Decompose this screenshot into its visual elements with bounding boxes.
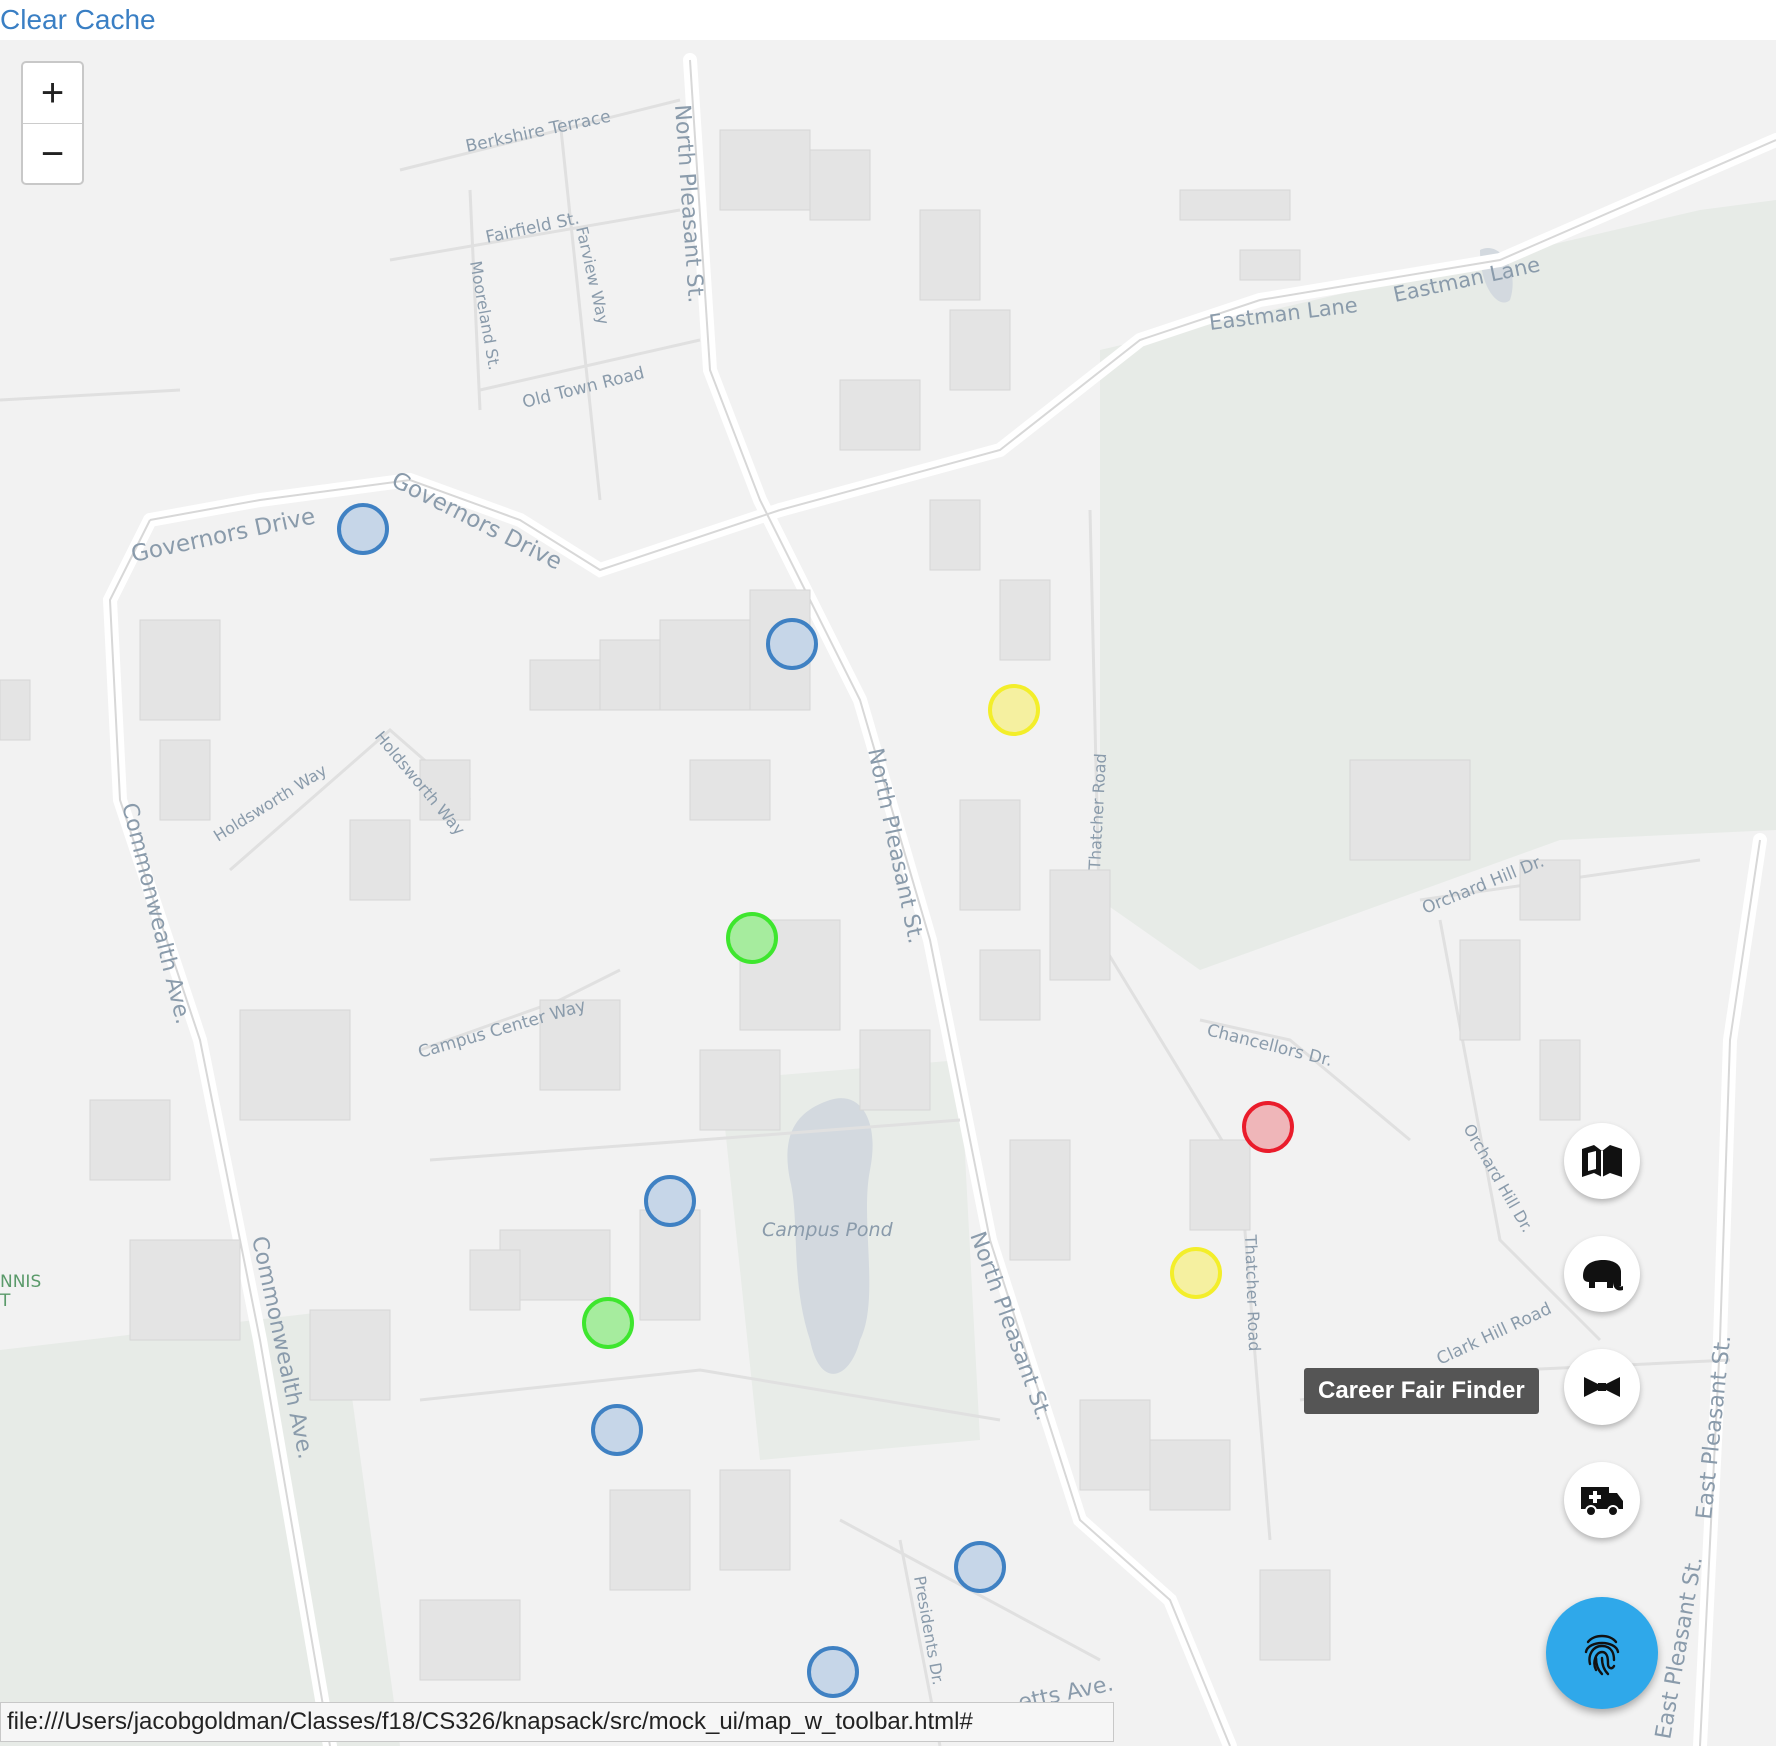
street-label: Fairfield St. [484,209,581,248]
elephant-icon [1583,1260,1623,1291]
street-label: Commonwealth Ave. [116,800,195,1026]
map-book-button[interactable] [1564,1123,1640,1199]
street-label: Berkshire Terrace [464,107,613,157]
street-label: North Pleasant St. [862,746,928,946]
location-marker[interactable] [1242,1101,1294,1153]
ambulance-button[interactable] [1564,1462,1640,1538]
street-label: Clark Hill Road [1434,1299,1555,1370]
map-book-icon [1582,1145,1622,1177]
street-label: Mooreland St. [466,259,504,371]
career-fair-tooltip: Career Fair Finder [1304,1368,1539,1414]
location-marker[interactable] [644,1175,696,1227]
tennis-label: T [0,1291,11,1311]
street-label: Orchard Hill Dr. [1460,1121,1537,1236]
tennis-label: NNIS [0,1272,41,1292]
location-marker[interactable] [954,1541,1006,1593]
bowtie-icon [1584,1377,1620,1397]
street-label: Thatcher Road [1241,1233,1264,1351]
map-tiles: Berkshire Terrace Fairfield St. Moorelan… [0,53,1776,1746]
status-url: file:///Users/jacobgoldman/Classes/f18/C… [7,1708,973,1735]
fingerprint-icon [1584,1634,1620,1676]
campus-map[interactable]: Berkshire Terrace Fairfield St. Moorelan… [0,40,1776,1746]
location-marker[interactable] [582,1297,634,1349]
street-label: Chancellors Dr. [1205,1020,1335,1071]
location-marker[interactable] [766,618,818,670]
zoom-in-button[interactable]: + [23,63,82,124]
location-marker[interactable] [726,912,778,964]
street-label: Presidents Dr. [910,1574,948,1686]
main-menu-button[interactable] [1546,1597,1658,1709]
street-label: Old Town Road [520,363,646,413]
location-marker[interactable] [591,1404,643,1456]
street-label: Farview Way [572,225,613,327]
zoom-out-button[interactable]: − [23,124,82,184]
location-marker[interactable] [337,503,389,555]
street-label: Governors Drive [387,467,566,575]
clear-cache-link[interactable]: Clear Cache [0,4,156,36]
browser-status-bar: file:///Users/jacobgoldman/Classes/f18/C… [0,1702,1114,1742]
location-marker[interactable] [807,1646,859,1698]
zoom-control: + − [21,61,84,185]
street-label: Holdsworth Way [210,761,330,846]
pond-label: Campus Pond [762,1219,894,1241]
ambulance-icon [1581,1487,1623,1517]
elephant-button[interactable] [1564,1236,1640,1312]
location-marker[interactable] [1170,1247,1222,1299]
career-fair-button[interactable] [1564,1349,1640,1425]
location-marker[interactable] [988,684,1040,736]
